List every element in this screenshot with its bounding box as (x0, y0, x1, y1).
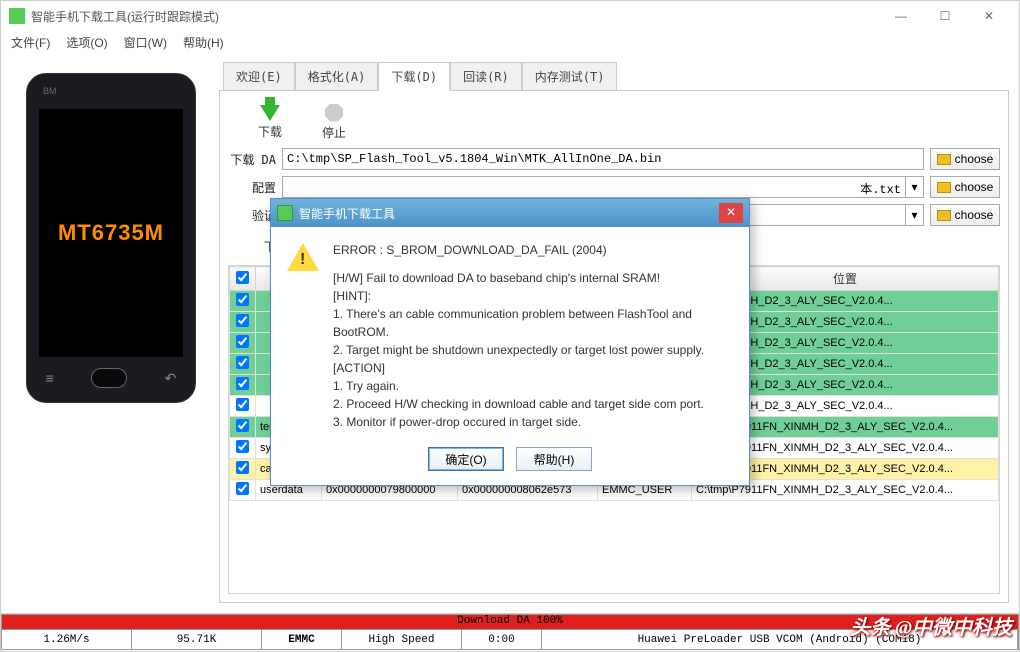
minimize-button[interactable]: — (879, 1, 923, 31)
row-checkbox[interactable] (236, 377, 249, 390)
dialog-line: 2. Proceed H/W checking in download cabl… (333, 395, 733, 413)
help-button[interactable]: 帮助(H) (516, 447, 592, 471)
mode-label: 下 (228, 238, 276, 255)
status-chip: EMMC (262, 630, 342, 649)
dialog-line: [ACTION] (333, 359, 733, 377)
status-time: 0:00 (462, 630, 542, 649)
folder-icon (937, 210, 951, 221)
dialog-line: 3. Monitor if power-drop occured in targ… (333, 413, 733, 431)
dialog-icon (277, 205, 293, 221)
statusbar: Download DA 100% 1.26M/s 95.71K EMMC Hig… (1, 613, 1019, 651)
download-progress: Download DA 100% (1, 614, 1019, 630)
tab-welcome[interactable]: 欢迎(E) (223, 62, 295, 90)
phone-brand: BM (43, 86, 57, 96)
chevron-down-icon: ▾ (905, 177, 923, 197)
dialog-title: 智能手机下载工具 (299, 205, 713, 222)
da-choose-button[interactable]: choose (930, 148, 1000, 170)
cfg-row: 配置 本.txt▾ choose (228, 176, 1000, 198)
dialog-line: 1. There's an cable communication proble… (333, 305, 733, 341)
status-bytes: 95.71K (132, 630, 262, 649)
tab-readback[interactable]: 回读(R) (450, 62, 522, 90)
row-checkbox[interactable] (236, 482, 249, 495)
phone-mockup: BM MT6735M ≡ ↶ (26, 73, 196, 403)
phone-panel: BM MT6735M ≡ ↶ (11, 63, 211, 603)
menu-help[interactable]: 帮助(H) (177, 32, 230, 53)
da-path-input[interactable] (282, 148, 924, 170)
chevron-down-icon: ▾ (905, 205, 923, 225)
cfg-label: 配置 (228, 179, 276, 196)
maximize-button[interactable]: ☐ (923, 1, 967, 31)
tabs: 欢迎(E) 格式化(A) 下载(D) 回读(R) 内存测试(T) (219, 63, 1009, 91)
row-checkbox[interactable] (236, 461, 249, 474)
tab-format[interactable]: 格式化(A) (295, 62, 379, 90)
row-checkbox[interactable] (236, 419, 249, 432)
app-icon (9, 8, 25, 24)
dialog-line: 2. Target might be shutdown unexpectedly… (333, 341, 733, 359)
col-check[interactable] (230, 267, 256, 291)
menubar: 文件(F) 选项(O) 窗口(W) 帮助(H) (1, 31, 1019, 53)
cfg-choose-button[interactable]: choose (930, 176, 1000, 198)
phone-nav: ≡ ↶ (27, 364, 195, 392)
dialog-buttons: 确定(O) 帮助(H) (271, 441, 749, 485)
menu-icon: ≡ (46, 370, 54, 386)
ok-button[interactable]: 确定(O) (428, 447, 504, 471)
titlebar: 智能手机下载工具(运行时跟踪模式) — ☐ ✕ (1, 1, 1019, 31)
error-heading: ERROR : S_BROM_DOWNLOAD_DA_FAIL (2004) (333, 241, 733, 259)
download-button[interactable]: 下载 (258, 105, 282, 140)
dialog-line: [HINT]: (333, 287, 733, 305)
dialog-text: ERROR : S_BROM_DOWNLOAD_DA_FAIL (2004) [… (333, 241, 733, 431)
row-checkbox[interactable] (236, 293, 249, 306)
auth-choose-button[interactable]: choose (930, 204, 1000, 226)
row-checkbox[interactable] (236, 335, 249, 348)
warning-icon: ! (287, 241, 319, 273)
menu-options[interactable]: 选项(O) (60, 32, 113, 53)
tab-memtest[interactable]: 内存测试(T) (522, 62, 618, 90)
status-mode: High Speed (342, 630, 462, 649)
da-label: 下载 DA (228, 151, 276, 168)
da-row: 下载 DA choose (228, 148, 1000, 170)
folder-icon (937, 182, 951, 193)
stop-icon (325, 104, 343, 122)
toolbar: 下载 停止 (228, 99, 1000, 145)
back-icon: ↶ (165, 370, 177, 387)
download-icon (260, 105, 280, 121)
folder-icon (937, 154, 951, 165)
dialog-titlebar[interactable]: 智能手机下载工具 ✕ (271, 199, 749, 227)
row-checkbox[interactable] (236, 440, 249, 453)
row-checkbox[interactable] (236, 314, 249, 327)
status-speed: 1.26M/s (2, 630, 132, 649)
dialog-close-button[interactable]: ✕ (719, 203, 743, 223)
menu-file[interactable]: 文件(F) (5, 32, 56, 53)
window-title: 智能手机下载工具(运行时跟踪模式) (31, 8, 879, 25)
chip-label: MT6735M (58, 220, 164, 246)
status-row: 1.26M/s 95.71K EMMC High Speed 0:00 Huaw… (1, 630, 1019, 650)
dialog-line: [H/W] Fail to download DA to baseband ch… (333, 269, 733, 287)
stop-button[interactable]: 停止 (322, 104, 346, 141)
row-checkbox[interactable] (236, 398, 249, 411)
cfg-combo[interactable]: 本.txt▾ (282, 176, 924, 198)
phone-screen: MT6735M (39, 109, 183, 357)
error-dialog: 智能手机下载工具 ✕ ! ERROR : S_BROM_DOWNLOAD_DA_… (270, 198, 750, 486)
row-checkbox[interactable] (236, 356, 249, 369)
status-device: Huawei PreLoader USB VCOM (Android) (COM… (542, 630, 1018, 649)
home-button-icon (91, 368, 127, 388)
tab-download[interactable]: 下载(D) (378, 62, 450, 91)
dialog-body: ! ERROR : S_BROM_DOWNLOAD_DA_FAIL (2004)… (271, 227, 749, 441)
close-button[interactable]: ✕ (967, 1, 1011, 31)
auth-label: 验证 (228, 207, 276, 224)
dialog-line: 1. Try again. (333, 377, 733, 395)
menu-window[interactable]: 窗口(W) (118, 32, 173, 53)
